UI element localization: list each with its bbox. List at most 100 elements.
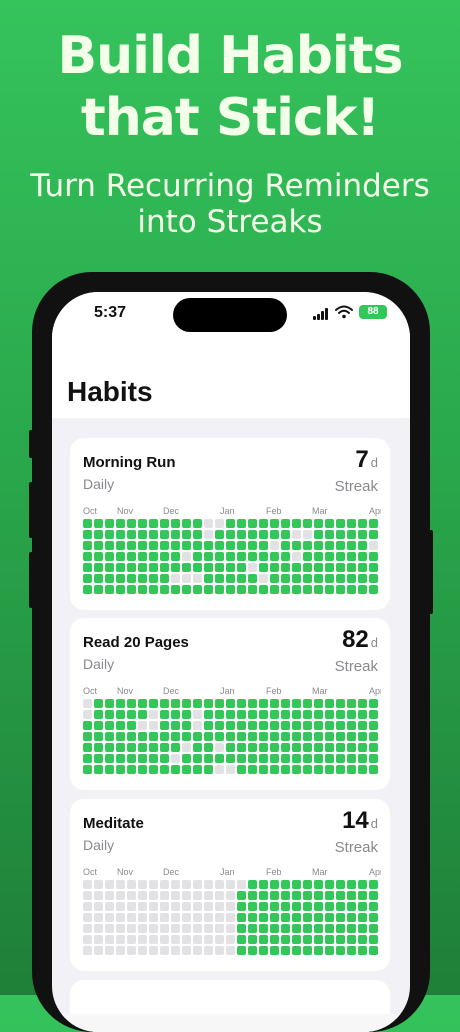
heatmap-cell — [83, 721, 92, 730]
phone-power-button — [429, 530, 433, 614]
heatmap-cell — [226, 519, 235, 528]
heatmap-cell — [358, 530, 367, 539]
heatmap-cell — [369, 743, 378, 752]
heatmap-cell — [347, 891, 356, 900]
heatmap-cell — [281, 541, 290, 550]
heatmap-cell — [193, 946, 202, 955]
heatmap-cell — [270, 913, 279, 922]
heatmap-cell — [281, 585, 290, 594]
heatmap-cell — [292, 913, 301, 922]
heatmap-cell — [116, 530, 125, 539]
heatmap-cell — [369, 765, 378, 774]
heatmap-cell — [237, 530, 246, 539]
heatmap-cell — [127, 946, 136, 955]
heatmap-cell — [347, 699, 356, 708]
heatmap-cell — [292, 935, 301, 944]
heatmap-cell — [160, 519, 169, 528]
heatmap-cell — [94, 699, 103, 708]
heatmap-cell — [116, 880, 125, 889]
habit-card-meditate[interactable]: Meditate Daily 14 d Streak Oct Nov Dec Ja… — [70, 799, 390, 971]
heatmap-cell — [303, 913, 312, 922]
heatmap-cell — [292, 710, 301, 719]
heatmap-cell — [193, 743, 202, 752]
heatmap-cell — [94, 754, 103, 763]
heatmap-cell — [182, 924, 191, 933]
heatmap-cell — [105, 913, 114, 922]
heatmap-cell — [358, 913, 367, 922]
heatmap-cell — [259, 530, 268, 539]
heatmap-cell — [127, 902, 136, 911]
heatmap-cell — [226, 721, 235, 730]
heatmap-cell — [237, 754, 246, 763]
heatmap-cell — [182, 754, 191, 763]
status-bar: 5:37 88 — [52, 292, 410, 352]
heatmap-cell — [94, 891, 103, 900]
heatmap-cell — [171, 946, 180, 955]
heatmap-cell — [171, 552, 180, 561]
heatmap-cell — [237, 743, 246, 752]
heatmap-cell — [325, 913, 334, 922]
habit-card-morning-run[interactable]: Morning Run Daily 7d Streak Oct Nov Dec … — [70, 438, 390, 610]
heatmap-cell — [94, 732, 103, 741]
heatmap-cell — [83, 563, 92, 572]
heatmap-cell — [138, 530, 147, 539]
month-label: Oct — [83, 506, 98, 516]
heatmap-cell — [149, 902, 158, 911]
heatmap-cell — [369, 732, 378, 741]
heatmap-cell — [336, 924, 345, 933]
heatmap-cell — [248, 721, 257, 730]
heatmap-cell — [171, 902, 180, 911]
heatmap-cell — [94, 530, 103, 539]
heatmap-cell — [237, 585, 246, 594]
heatmap-cell — [314, 946, 323, 955]
heatmap-cell — [105, 743, 114, 752]
heatmap-cell — [116, 541, 125, 550]
heatmap-cell — [204, 913, 213, 922]
heatmap-cell — [182, 880, 191, 889]
heatmap-cell — [336, 585, 345, 594]
heatmap-cell — [314, 765, 323, 774]
heatmap-cell — [281, 880, 290, 889]
heatmap-cell — [369, 530, 378, 539]
heatmap-cell — [149, 721, 158, 730]
heatmap-cell — [336, 699, 345, 708]
heatmap-cell — [215, 552, 224, 561]
heatmap-cell — [171, 574, 180, 583]
heatmap-cell — [303, 946, 312, 955]
heatmap-cell — [182, 732, 191, 741]
heatmap-cell — [193, 552, 202, 561]
heatmap-cell — [347, 765, 356, 774]
heatmap-cell — [182, 891, 191, 900]
heatmap-cell — [83, 743, 92, 752]
heatmap-cell — [138, 946, 147, 955]
heatmap-cell — [325, 765, 334, 774]
heatmap-cell — [325, 946, 334, 955]
heatmap-cell — [292, 574, 301, 583]
heatmap-cell — [127, 699, 136, 708]
heatmap-cell — [314, 519, 323, 528]
heatmap-cell — [193, 891, 202, 900]
heatmap-cell — [369, 754, 378, 763]
month-label: Mar — [312, 686, 328, 696]
heatmap-cell — [303, 519, 312, 528]
heatmap-cell — [325, 699, 334, 708]
heatmap-cell — [347, 935, 356, 944]
habit-card-read-20-pages[interactable]: Read 20 Pages Daily 82 d Streak Oct Nov D… — [70, 618, 390, 790]
heatmap-cell — [83, 946, 92, 955]
heatmap-cell — [303, 891, 312, 900]
heatmap-cell — [270, 530, 279, 539]
heatmap-cell — [248, 924, 257, 933]
heatmap-cell — [193, 541, 202, 550]
heatmap-cell — [105, 519, 114, 528]
month-label: Oct — [83, 867, 98, 877]
heatmap-cell — [149, 891, 158, 900]
heatmap-cell — [336, 710, 345, 719]
heatmap-cell — [248, 585, 257, 594]
heatmap-cell — [336, 913, 345, 922]
wifi-icon — [335, 305, 353, 319]
heatmap-cell — [358, 721, 367, 730]
heatmap-cell — [204, 530, 213, 539]
heatmap-cell — [83, 924, 92, 933]
heatmap-cell — [215, 935, 224, 944]
month-label: Dec — [163, 867, 180, 877]
